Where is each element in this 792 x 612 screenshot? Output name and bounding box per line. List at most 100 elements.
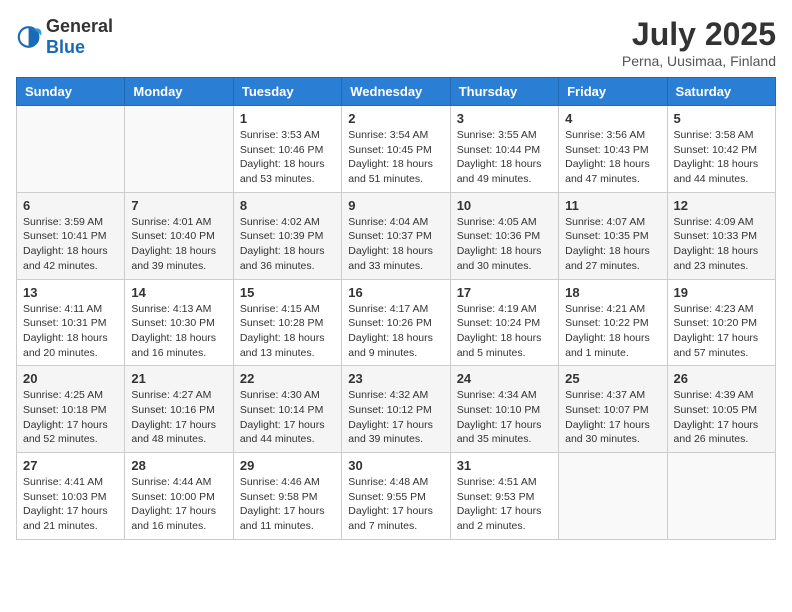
calendar-cell: 12Sunrise: 4:09 AM Sunset: 10:33 PM Dayl… <box>667 192 775 279</box>
day-number: 16 <box>348 285 443 300</box>
day-info: Sunrise: 4:11 AM Sunset: 10:31 PM Daylig… <box>23 302 118 361</box>
weekday-header-row: Sunday Monday Tuesday Wednesday Thursday… <box>17 78 776 106</box>
calendar-cell <box>667 453 775 540</box>
day-info: Sunrise: 4:27 AM Sunset: 10:16 PM Daylig… <box>131 388 226 447</box>
calendar-cell: 4 Sunrise: 3:56 AM Sunset: 10:43 PM Dayli… <box>559 106 667 193</box>
day-number: 26 <box>674 371 769 386</box>
week-row-3: 13 Sunrise: 4:11 AM Sunset: 10:31 PM Dayl… <box>17 279 776 366</box>
calendar-cell <box>125 106 233 193</box>
calendar-cell <box>559 453 667 540</box>
calendar-cell: 1 Sunrise: 3:53 AM Sunset: 10:46 PM Dayli… <box>233 106 341 193</box>
day-number: 21 <box>131 371 226 386</box>
day-info: Sunrise: 3:53 AM Sunset: 10:46 PM Daylig… <box>240 128 335 187</box>
calendar-cell: 26 Sunrise: 4:39 AM Sunset: 10:05 PM Dayl… <box>667 366 775 453</box>
location-title: Perna, Uusimaa, Finland <box>622 53 776 69</box>
day-info: Sunrise: 4:23 AM Sunset: 10:20 PM Daylig… <box>674 302 769 361</box>
calendar-cell: 2 Sunrise: 3:54 AM Sunset: 10:45 PM Dayli… <box>342 106 450 193</box>
day-number: 30 <box>348 458 443 473</box>
day-number: 9 <box>348 198 443 213</box>
calendar-cell: 18 Sunrise: 4:21 AM Sunset: 10:22 PM Dayl… <box>559 279 667 366</box>
day-info: Sunrise: 4:19 AM Sunset: 10:24 PM Daylig… <box>457 302 552 361</box>
week-row-4: 20Sunrise: 4:25 AM Sunset: 10:18 PM Dayl… <box>17 366 776 453</box>
day-info: Sunrise: 3:56 AM Sunset: 10:43 PM Daylig… <box>565 128 660 187</box>
day-info: Sunrise: 4:32 AM Sunset: 10:12 PM Daylig… <box>348 388 443 447</box>
calendar-cell: 30 Sunrise: 4:48 AM Sunset: 9:55 PM Dayli… <box>342 453 450 540</box>
day-info: Sunrise: 4:41 AM Sunset: 10:03 PM Daylig… <box>23 475 118 534</box>
day-info: Sunrise: 4:44 AM Sunset: 10:00 PM Daylig… <box>131 475 226 534</box>
calendar-cell: 7Sunrise: 4:01 AM Sunset: 10:40 PM Dayli… <box>125 192 233 279</box>
calendar-cell: 25 Sunrise: 4:37 AM Sunset: 10:07 PM Dayl… <box>559 366 667 453</box>
header-tuesday: Tuesday <box>233 78 341 106</box>
calendar-cell: 22 Sunrise: 4:30 AM Sunset: 10:14 PM Dayl… <box>233 366 341 453</box>
day-info: Sunrise: 4:09 AM Sunset: 10:33 PM Daylig… <box>674 215 769 274</box>
month-title: July 2025 <box>622 16 776 53</box>
day-info: Sunrise: 4:51 AM Sunset: 9:53 PM Dayligh… <box>457 475 552 534</box>
week-row-5: 27 Sunrise: 4:41 AM Sunset: 10:03 PM Dayl… <box>17 453 776 540</box>
day-number: 17 <box>457 285 552 300</box>
calendar-cell: 3 Sunrise: 3:55 AM Sunset: 10:44 PM Dayli… <box>450 106 558 193</box>
calendar-cell: 9 Sunrise: 4:04 AM Sunset: 10:37 PM Dayli… <box>342 192 450 279</box>
day-info: Sunrise: 3:59 AM Sunset: 10:41 PM Daylig… <box>23 215 118 274</box>
calendar-cell: 19 Sunrise: 4:23 AM Sunset: 10:20 PM Dayl… <box>667 279 775 366</box>
calendar-cell: 31 Sunrise: 4:51 AM Sunset: 9:53 PM Dayli… <box>450 453 558 540</box>
calendar-cell: 27 Sunrise: 4:41 AM Sunset: 10:03 PM Dayl… <box>17 453 125 540</box>
header-wednesday: Wednesday <box>342 78 450 106</box>
day-info: Sunrise: 3:55 AM Sunset: 10:44 PM Daylig… <box>457 128 552 187</box>
calendar-cell: 23 Sunrise: 4:32 AM Sunset: 10:12 PM Dayl… <box>342 366 450 453</box>
week-row-1: 1 Sunrise: 3:53 AM Sunset: 10:46 PM Dayli… <box>17 106 776 193</box>
day-number: 27 <box>23 458 118 473</box>
header-saturday: Saturday <box>667 78 775 106</box>
day-number: 5 <box>674 111 769 126</box>
day-number: 18 <box>565 285 660 300</box>
day-number: 10 <box>457 198 552 213</box>
day-number: 25 <box>565 371 660 386</box>
calendar-cell: 11Sunrise: 4:07 AM Sunset: 10:35 PM Dayl… <box>559 192 667 279</box>
day-number: 20 <box>23 371 118 386</box>
calendar-cell: 28 Sunrise: 4:44 AM Sunset: 10:00 PM Dayl… <box>125 453 233 540</box>
day-number: 24 <box>457 371 552 386</box>
day-number: 22 <box>240 371 335 386</box>
day-number: 31 <box>457 458 552 473</box>
day-info: Sunrise: 4:13 AM Sunset: 10:30 PM Daylig… <box>131 302 226 361</box>
day-number: 3 <box>457 111 552 126</box>
day-number: 6 <box>23 198 118 213</box>
day-info: Sunrise: 4:15 AM Sunset: 10:28 PM Daylig… <box>240 302 335 361</box>
day-info: Sunrise: 4:48 AM Sunset: 9:55 PM Dayligh… <box>348 475 443 534</box>
calendar-cell: 16Sunrise: 4:17 AM Sunset: 10:26 PM Dayl… <box>342 279 450 366</box>
calendar-cell: 10 Sunrise: 4:05 AM Sunset: 10:36 PM Dayl… <box>450 192 558 279</box>
day-info: Sunrise: 4:02 AM Sunset: 10:39 PM Daylig… <box>240 215 335 274</box>
day-number: 2 <box>348 111 443 126</box>
day-info: Sunrise: 4:21 AM Sunset: 10:22 PM Daylig… <box>565 302 660 361</box>
logo-blue: Blue <box>46 37 85 57</box>
logo-general: General <box>46 16 113 36</box>
day-info: Sunrise: 3:54 AM Sunset: 10:45 PM Daylig… <box>348 128 443 187</box>
calendar-cell: 17 Sunrise: 4:19 AM Sunset: 10:24 PM Dayl… <box>450 279 558 366</box>
day-number: 28 <box>131 458 226 473</box>
day-number: 4 <box>565 111 660 126</box>
day-number: 11 <box>565 198 660 213</box>
day-number: 23 <box>348 371 443 386</box>
day-number: 1 <box>240 111 335 126</box>
day-info: Sunrise: 4:46 AM Sunset: 9:58 PM Dayligh… <box>240 475 335 534</box>
day-info: Sunrise: 4:30 AM Sunset: 10:14 PM Daylig… <box>240 388 335 447</box>
day-info: Sunrise: 4:39 AM Sunset: 10:05 PM Daylig… <box>674 388 769 447</box>
calendar-cell <box>17 106 125 193</box>
day-number: 15 <box>240 285 335 300</box>
day-info: Sunrise: 4:04 AM Sunset: 10:37 PM Daylig… <box>348 215 443 274</box>
calendar-cell: 29Sunrise: 4:46 AM Sunset: 9:58 PM Dayli… <box>233 453 341 540</box>
day-info: Sunrise: 4:37 AM Sunset: 10:07 PM Daylig… <box>565 388 660 447</box>
calendar-cell: 5 Sunrise: 3:58 AM Sunset: 10:42 PM Dayli… <box>667 106 775 193</box>
day-info: Sunrise: 3:58 AM Sunset: 10:42 PM Daylig… <box>674 128 769 187</box>
day-info: Sunrise: 4:34 AM Sunset: 10:10 PM Daylig… <box>457 388 552 447</box>
page-header: General Blue July 2025 Perna, Uusimaa, F… <box>16 16 776 69</box>
day-info: Sunrise: 4:01 AM Sunset: 10:40 PM Daylig… <box>131 215 226 274</box>
calendar-cell: 8 Sunrise: 4:02 AM Sunset: 10:39 PM Dayli… <box>233 192 341 279</box>
calendar-cell: 21 Sunrise: 4:27 AM Sunset: 10:16 PM Dayl… <box>125 366 233 453</box>
calendar-table: Sunday Monday Tuesday Wednesday Thursday… <box>16 77 776 540</box>
logo: General Blue <box>16 16 113 58</box>
day-number: 8 <box>240 198 335 213</box>
day-number: 13 <box>23 285 118 300</box>
day-info: Sunrise: 4:05 AM Sunset: 10:36 PM Daylig… <box>457 215 552 274</box>
day-number: 19 <box>674 285 769 300</box>
calendar-cell: 20Sunrise: 4:25 AM Sunset: 10:18 PM Dayl… <box>17 366 125 453</box>
